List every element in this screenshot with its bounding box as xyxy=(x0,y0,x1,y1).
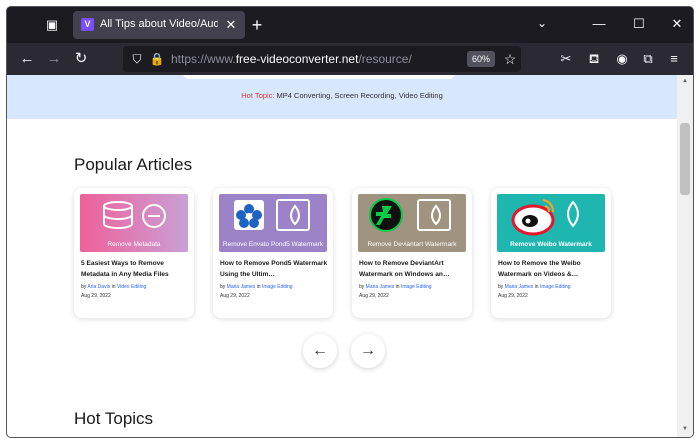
article-date: Aug 29, 2022 xyxy=(498,293,528,299)
tab-bar: ▣ V All Tips about Video/Audio Con ✕ + ⌄… xyxy=(7,7,693,43)
article-title[interactable]: How to Remove DeviantArt Watermark on Wi… xyxy=(359,258,467,280)
tab-title: All Tips about Video/Audio Con xyxy=(100,18,218,30)
article-meta: by Maria James in Image Editing xyxy=(220,284,293,290)
article-title[interactable]: 5 Easiest Ways to Remove Metadata in Any… xyxy=(81,258,189,280)
article-date: Aug 29, 2022 xyxy=(81,293,111,299)
zoom-level-badge[interactable]: 60% xyxy=(467,51,495,67)
list-all-tabs-icon[interactable]: ⌄ xyxy=(535,16,549,30)
scroll-down-icon[interactable]: ▼ xyxy=(681,425,689,433)
article-card[interactable]: Remove Envato Pond5 Watermark How to Rem… xyxy=(213,188,333,318)
arrow-left-icon: ← xyxy=(312,342,328,359)
thumbnail-caption: Remove Envato Pond5 Watermark xyxy=(222,241,324,248)
tracking-protection-icon[interactable]: ⛉ xyxy=(129,51,145,67)
article-date: Aug 29, 2022 xyxy=(220,293,250,299)
article-card[interactable]: Remove Weibo Watermark How to Remove the… xyxy=(491,188,611,318)
hot-topic-line: Hot Topic: MP4 Converting, Screen Record… xyxy=(7,91,677,100)
popular-articles-heading: Popular Articles xyxy=(74,155,193,174)
carousel-prev-button[interactable]: ← xyxy=(303,334,337,368)
article-thumbnail[interactable]: Remove Weibo Watermark xyxy=(497,194,605,252)
navigation-bar: ← → ↻ ⛉ 🔒 https://www.free-videoconverte… xyxy=(7,43,693,75)
minimize-icon[interactable]: — xyxy=(589,14,609,34)
screenshot-icon[interactable]: ✂ xyxy=(557,50,575,68)
bookmark-star-icon[interactable]: ☆ xyxy=(501,50,519,68)
reload-icon[interactable]: ↻ xyxy=(71,49,91,69)
hero-banner: Hot Topic: MP4 Converting, Screen Record… xyxy=(7,75,677,119)
category-link[interactable]: Image Editing xyxy=(540,284,571,290)
extensions-icon[interactable]: ⧉ xyxy=(639,50,657,68)
lock-icon[interactable]: 🔒 xyxy=(149,51,165,67)
article-thumbnail[interactable]: Remove Metadata xyxy=(80,194,188,252)
url-bar[interactable]: ⛉ 🔒 https://www.free-videoconverter.net/… xyxy=(123,46,521,72)
url-path: /resource/ xyxy=(358,52,412,66)
author-link[interactable]: Maria James xyxy=(366,284,395,290)
browser-window: ▣ V All Tips about Video/Audio Con ✕ + ⌄… xyxy=(7,7,693,437)
article-date: Aug 29, 2022 xyxy=(359,293,389,299)
hot-topic-label: Hot Topic: xyxy=(241,91,275,100)
article-thumbnail[interactable]: Remove Deviantart Watermark xyxy=(358,194,466,252)
scroll-up-icon[interactable]: ▲ xyxy=(681,77,689,85)
hot-topic-links[interactable]: MP4 Converting, Screen Recording, Video … xyxy=(277,91,443,100)
author-link[interactable]: Maria James xyxy=(505,284,534,290)
account-icon[interactable]: ◉ xyxy=(613,50,631,68)
url-text[interactable]: https://www.free-videoconverter.net/reso… xyxy=(171,52,412,66)
site-favicon-icon: V xyxy=(81,18,94,31)
thumbnail-caption: Remove Metadata xyxy=(107,241,161,248)
article-meta: by Arla Davis in Video Editing xyxy=(81,284,147,290)
tab-close-icon[interactable]: ✕ xyxy=(223,17,239,33)
article-thumbnail[interactable]: Remove Envato Pond5 Watermark xyxy=(219,194,327,252)
forward-icon[interactable]: → xyxy=(44,49,64,69)
vertical-scrollbar[interactable]: ▲ ▼ xyxy=(677,75,693,437)
app-menu-icon[interactable]: ≡ xyxy=(665,50,683,68)
article-meta: by Maria James in Image Editing xyxy=(498,284,571,290)
scrollbar-thumb[interactable] xyxy=(680,123,690,195)
page-content: Hot Topic: MP4 Converting, Screen Record… xyxy=(7,75,693,437)
article-title[interactable]: How to Remove Pond5 Watermark Using the … xyxy=(220,258,328,280)
carousel-next-button[interactable]: → xyxy=(351,334,385,368)
search-box[interactable] xyxy=(183,75,455,79)
hot-topics-heading: Hot Topics xyxy=(74,409,154,428)
category-link[interactable]: Image Editing xyxy=(401,284,432,290)
thumbnail-caption: Remove Weibo Watermark xyxy=(510,241,592,248)
url-protocol: https://www. xyxy=(171,52,236,66)
article-card[interactable]: Remove Deviantart Watermark How to Remov… xyxy=(352,188,472,318)
author-link[interactable]: Arla Davis xyxy=(87,284,110,290)
window-close-icon[interactable]: ✕ xyxy=(667,14,687,34)
back-icon[interactable]: ← xyxy=(17,49,37,69)
arrow-right-icon: → xyxy=(360,342,376,359)
category-link[interactable]: Video Editing xyxy=(117,284,146,290)
author-link[interactable]: Maria James xyxy=(227,284,256,290)
pocket-icon[interactable]: ⛾ xyxy=(585,50,603,68)
url-host: free-videoconverter.net xyxy=(235,52,359,66)
article-card[interactable]: Remove Metadata 5 Easiest Ways to Remove… xyxy=(74,188,194,318)
maximize-icon[interactable]: ☐ xyxy=(629,14,649,34)
tab-active[interactable]: V All Tips about Video/Audio Con ✕ xyxy=(73,11,245,39)
new-tab-button[interactable]: + xyxy=(247,15,267,35)
article-title[interactable]: How to Remove the Weibo Watermark on Vid… xyxy=(498,258,606,280)
tab-list-icon[interactable]: ▣ xyxy=(43,16,61,34)
thumbnail-caption: Remove Deviantart Watermark xyxy=(367,241,457,248)
article-meta: by Maria James in Image Editing xyxy=(359,284,432,290)
category-link[interactable]: Image Editing xyxy=(262,284,293,290)
